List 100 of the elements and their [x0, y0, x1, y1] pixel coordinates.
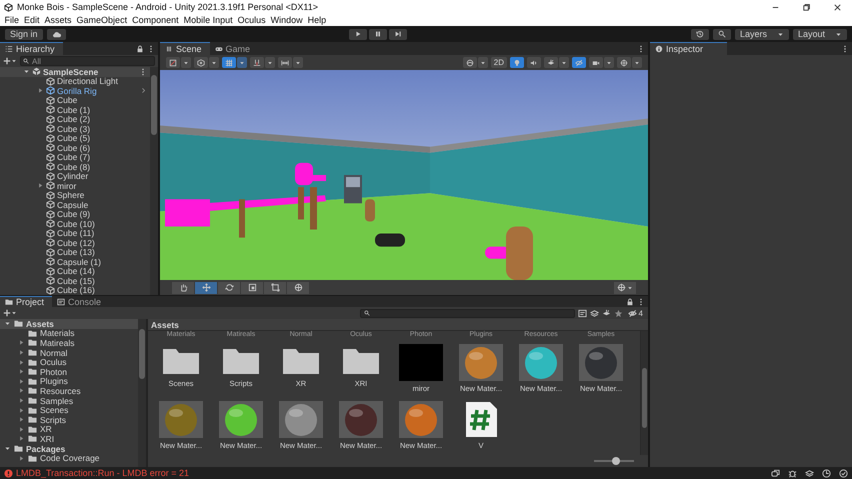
2d-toggle[interactable]: 2D: [490, 57, 507, 68]
collapsed-arrow-icon[interactable]: [18, 416, 24, 424]
lighting-toggle[interactable]: [510, 57, 524, 68]
grid-toggle[interactable]: [222, 57, 236, 68]
menu-item[interactable]: Component: [130, 15, 182, 25]
hierarchy-item[interactable]: Cube (2): [57, 114, 147, 124]
orientation-toggle[interactable]: [166, 57, 180, 68]
folder-tree-item[interactable]: Matireals: [40, 338, 74, 348]
lock-icon[interactable]: [136, 44, 144, 52]
cloud-button[interactable]: [46, 28, 66, 40]
hierarchy-item[interactable]: Cube (14): [57, 266, 147, 276]
hierarchy-item[interactable]: Cube (6): [57, 142, 147, 153]
collapsed-arrow-icon[interactable]: [18, 426, 24, 433]
caret-dropdown[interactable]: [632, 57, 642, 68]
check-circle-icon[interactable]: [839, 468, 848, 478]
snap-toggle[interactable]: [250, 57, 264, 68]
folder-tree-item[interactable]: Scenes: [40, 405, 68, 416]
caret-dropdown[interactable]: [478, 57, 488, 68]
hierarchy-item[interactable]: Directional Light: [57, 76, 147, 86]
audio-toggle[interactable]: [527, 57, 541, 68]
lock-icon[interactable]: [626, 298, 634, 306]
caret-dropdown[interactable]: [604, 57, 614, 68]
hierarchy-item[interactable]: Cube: [57, 95, 147, 106]
panel-tab[interactable]: Scene: [160, 42, 210, 55]
hierarchy-item[interactable]: Cube (15): [57, 276, 147, 286]
collapsed-arrow-icon[interactable]: [18, 454, 24, 462]
hierarchy-item[interactable]: Capsule: [57, 200, 147, 210]
add-dropdown[interactable]: [3, 309, 17, 317]
folder-tree-item[interactable]: Normal: [40, 348, 68, 358]
menu-item[interactable]: Window: [268, 15, 306, 25]
collapsed-arrow-icon[interactable]: [36, 87, 44, 94]
hierarchy-item[interactable]: Cube (8): [57, 162, 147, 172]
hierarchy-item[interactable]: Cube (10): [57, 218, 147, 229]
hierarchy-item[interactable]: Cube (11): [57, 228, 147, 238]
collapsed-arrow-icon[interactable]: [36, 182, 44, 190]
menu-item[interactable]: GameObject: [74, 15, 130, 25]
slider-thumb[interactable]: [612, 457, 620, 465]
close-icon[interactable]: [833, 2, 842, 12]
add-dropdown[interactable]: [3, 57, 17, 65]
hierarchy-item[interactable]: Cube (13): [57, 247, 147, 258]
collapsed-arrow-icon[interactable]: [18, 397, 24, 404]
bug-icon[interactable]: [788, 468, 797, 478]
play-button[interactable]: [349, 28, 368, 40]
caret-dropdown[interactable]: [209, 57, 219, 68]
folder-tree-item[interactable]: Photon: [40, 366, 67, 377]
hierarchy-item[interactable]: Capsule (1): [57, 256, 147, 267]
folder-tree-item[interactable]: Resources: [40, 386, 81, 396]
hierarchy-item[interactable]: Cube (16): [57, 285, 147, 295]
drawmode-toggle[interactable]: [462, 57, 477, 68]
layers-dropdown[interactable]: Layers: [735, 28, 789, 40]
progress-icon[interactable]: [822, 468, 831, 478]
collapsed-arrow-icon[interactable]: [18, 349, 24, 356]
history-button[interactable]: [691, 28, 709, 40]
collapsed-arrow-icon[interactable]: [18, 339, 24, 346]
gizmos-toggle[interactable]: [617, 57, 631, 68]
folder-tree-item[interactable]: Samples: [40, 396, 74, 406]
folder-tree-item[interactable]: XR: [40, 424, 52, 434]
search-field[interactable]: [360, 308, 575, 318]
menu-item[interactable]: Oculus: [235, 15, 268, 25]
effects-toggle[interactable]: [544, 57, 558, 68]
hidden-packages-toggle[interactable]: 4: [626, 308, 645, 318]
transform-tool-button[interactable]: [287, 282, 309, 294]
caret-dropdown[interactable]: [181, 57, 191, 68]
hierarchy-item[interactable]: Cylinder: [57, 171, 147, 182]
hand-tool-button[interactable]: [172, 282, 194, 294]
folder-tree-item[interactable]: XRI: [40, 434, 54, 444]
expanded-arrow-icon[interactable]: [22, 68, 30, 76]
collapsed-arrow-icon[interactable]: [18, 387, 24, 394]
panel-tab[interactable]: Game: [210, 42, 258, 55]
folder-tree-item[interactable]: Oculus: [40, 357, 66, 368]
menu-item[interactable]: Mobile Input: [181, 15, 236, 25]
expanded-arrow-icon[interactable]: [4, 445, 10, 452]
caret-dropdown[interactable]: [559, 57, 569, 68]
sign-in-button[interactable]: Sign in: [5, 28, 43, 40]
hierarchy-item[interactable]: Cube (9): [57, 209, 147, 220]
layers-icon[interactable]: [805, 468, 814, 478]
expanded-arrow-icon[interactable]: [4, 320, 10, 328]
menu-item[interactable]: Help: [305, 15, 329, 25]
layout-dropdown[interactable]: Layout: [793, 28, 847, 40]
folder-tree-item[interactable]: Scripts: [40, 414, 66, 425]
menu-item[interactable]: Edit: [22, 15, 42, 25]
folder-tree-item[interactable]: Materials: [40, 328, 74, 338]
folder-tree-item[interactable]: Assets: [26, 319, 54, 329]
collapsed-arrow-icon[interactable]: [18, 435, 24, 442]
maximize-icon[interactable]: [802, 2, 811, 12]
rect-tool-button[interactable]: [264, 282, 286, 294]
folder-tree-item[interactable]: Code Coverage: [40, 453, 100, 464]
hierarchy-item[interactable]: Cube (7): [57, 152, 147, 162]
search-field[interactable]: All: [20, 56, 155, 66]
hierarchy-item[interactable]: Cube (3): [57, 124, 147, 134]
move-tool-button[interactable]: [195, 282, 217, 294]
collab-icon[interactable]: [771, 468, 780, 478]
folder-tree-item[interactable]: Plugins: [40, 376, 68, 386]
caret-dropdown[interactable]: [237, 57, 247, 68]
step-button[interactable]: [389, 28, 408, 40]
collapsed-arrow-icon[interactable]: [18, 378, 24, 385]
increment-toggle[interactable]: [278, 57, 292, 68]
caret-dropdown[interactable]: [293, 57, 303, 68]
rotate-tool-button[interactable]: [218, 282, 240, 294]
panel-tab[interactable]: Console: [52, 296, 110, 307]
